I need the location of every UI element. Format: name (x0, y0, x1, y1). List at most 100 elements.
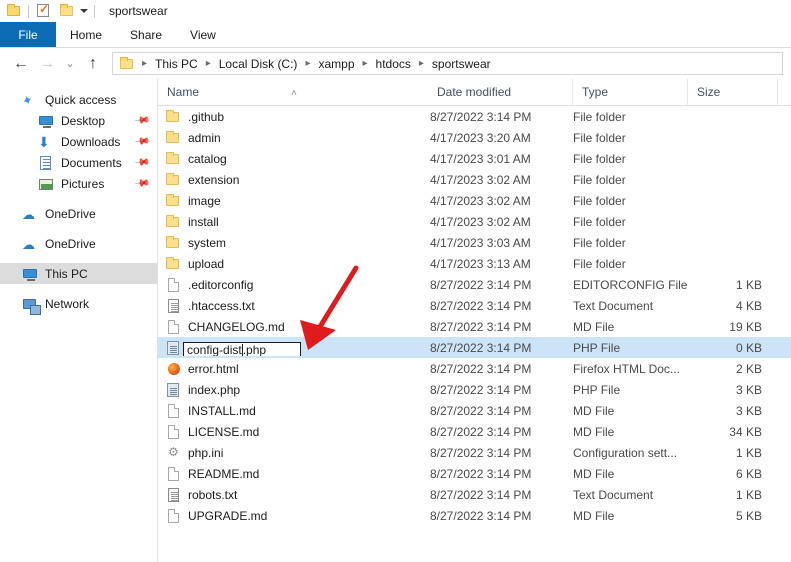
table-row[interactable]: LICENSE.md 8/27/2022 3:14 PM MD File 34 KB (158, 421, 791, 442)
file-date-cell: 8/27/2022 3:14 PM (430, 109, 532, 124)
file-type-cell: PHP File (573, 340, 621, 355)
table-row[interactable]: INSTALL.md 8/27/2022 3:14 PM MD File 3 KB (158, 400, 791, 421)
file-name-label: error.html (188, 361, 239, 376)
table-row[interactable]: CHANGELOG.md 8/27/2022 3:14 PM MD File 19 K… (158, 316, 791, 337)
address-bar[interactable]: ▸ This PC ▸ Local Disk (C:) ▸ xampp ▸ ht… (112, 52, 783, 75)
column-header-size[interactable]: Size (688, 78, 778, 106)
table-row[interactable]: README.md 8/27/2022 3:14 PM MD File 6 KB (158, 463, 791, 484)
customize-dropdown-icon[interactable] (80, 9, 88, 13)
pin-icon[interactable]: 📌 (134, 155, 151, 171)
monitor-icon (38, 113, 54, 129)
folder-icon (165, 172, 181, 188)
table-row[interactable]: .github 8/27/2022 3:14 PM File folder (158, 106, 791, 127)
breadcrumb-separator: ▸ (305, 58, 311, 69)
file-name-cell[interactable]: image (158, 193, 428, 209)
sidebar-item-downloads[interactable]: ⬇ Downloads 📌 (0, 131, 157, 152)
table-row[interactable]: config-dist .php 8/27/2022 3:14 PM PHP File… (158, 337, 791, 358)
tab-view[interactable]: View (176, 22, 230, 47)
file-name-cell[interactable]: system (158, 235, 428, 251)
pin-icon[interactable]: 📌 (134, 134, 151, 150)
firefox-icon (165, 361, 181, 377)
file-name-cell[interactable]: UPGRADE.md (158, 508, 428, 524)
file-name-cell[interactable]: error.html (158, 361, 428, 377)
file-name-cell[interactable]: ⚙ php.ini (158, 445, 428, 461)
file-name-label: LICENSE.md (188, 424, 260, 439)
breadcrumb-separator: ▸ (142, 58, 148, 69)
file-name-cell[interactable]: README.md (158, 466, 428, 482)
column-header-type[interactable]: Type (573, 78, 688, 106)
pin-icon[interactable]: 📌 (134, 113, 151, 129)
breadcrumb-this-pc[interactable]: This PC (153, 57, 200, 71)
breadcrumb-sportswear[interactable]: sportswear (430, 57, 493, 71)
file-type-cell: Text Document (573, 298, 654, 313)
tab-share[interactable]: Share (116, 22, 176, 47)
properties-icon[interactable] (35, 2, 51, 19)
file-date-cell: 8/27/2022 3:14 PM (430, 361, 532, 376)
sidebar-item-quick-access[interactable]: ✦ Quick access (0, 89, 157, 110)
file-name-label: image (188, 193, 221, 208)
file-name-cell[interactable]: LICENSE.md (158, 424, 428, 440)
table-row[interactable]: extension 4/17/2023 3:02 AM File folder (158, 169, 791, 190)
file-size-cell: 1 KB (735, 277, 762, 292)
table-row[interactable]: error.html 8/27/2022 3:14 PM Firefox HTML … (158, 358, 791, 379)
file-name-cell[interactable]: catalog (158, 151, 428, 167)
table-row[interactable]: robots.txt 8/27/2022 3:14 PM Text Document… (158, 484, 791, 505)
back-arrow-icon[interactable]: ← (8, 52, 34, 76)
rename-input[interactable]: config-dist .php (183, 341, 301, 356)
file-name-cell[interactable]: upload (158, 256, 428, 272)
file-name-cell[interactable]: CHANGELOG.md (158, 319, 428, 335)
table-row[interactable]: UPGRADE.md 8/27/2022 3:14 PM MD File 5 KB (158, 505, 791, 526)
file-name-cell[interactable]: .github (158, 109, 428, 125)
ribbon-tab-bar: File Home Share View (0, 22, 791, 48)
file-name-cell[interactable]: robots.txt (158, 487, 428, 503)
file-name-cell[interactable]: .editorconfig (158, 277, 428, 293)
folder-icon[interactable] (6, 3, 22, 19)
navigation-pane: ✦ Quick access Desktop 📌 ⬇ Downloads 📌 D… (0, 79, 158, 562)
file-size-cell: 3 KB (735, 382, 762, 397)
file-name-label: system (188, 235, 227, 250)
file-name-cell[interactable]: index.php (158, 382, 428, 398)
download-icon: ⬇ (38, 133, 50, 150)
table-row[interactable]: catalog 4/17/2023 3:01 AM File folder (158, 148, 791, 169)
page-icon (165, 277, 181, 293)
tab-file[interactable]: File (0, 22, 56, 47)
file-name-cell[interactable]: admin (158, 130, 428, 146)
table-row[interactable]: .htaccess.txt 8/27/2022 3:14 PM Text Docum… (158, 295, 791, 316)
sidebar-item-pictures[interactable]: Pictures 📌 (0, 173, 157, 194)
table-row[interactable]: upload 4/17/2023 3:13 AM File folder (158, 253, 791, 274)
up-arrow-icon[interactable]: ↑ (80, 52, 106, 76)
sidebar-item-onedrive-2[interactable]: ☁ OneDrive (0, 233, 157, 254)
file-date-cell: 8/27/2022 3:14 PM (430, 445, 532, 460)
table-row[interactable]: image 4/17/2023 3:02 AM File folder (158, 190, 791, 211)
breadcrumb-htdocs[interactable]: htdocs (374, 57, 413, 71)
file-name-label: robots.txt (188, 487, 238, 502)
recent-locations-icon[interactable]: ⌄ (60, 52, 80, 76)
table-row[interactable]: install 4/17/2023 3:02 AM File folder (158, 211, 791, 232)
file-name-cell[interactable]: config-dist .php (158, 340, 428, 356)
sidebar-item-onedrive-1[interactable]: ☁ OneDrive (0, 203, 157, 224)
pin-icon[interactable]: 📌 (134, 176, 151, 192)
table-row[interactable]: index.php 8/27/2022 3:14 PM PHP File 3 KB (158, 379, 791, 400)
breadcrumb-xampp[interactable]: xampp (316, 57, 356, 71)
sidebar-item-this-pc[interactable]: This PC (0, 263, 157, 284)
table-row[interactable]: system 4/17/2023 3:03 AM File folder (158, 232, 791, 253)
file-date-cell: 4/17/2023 3:13 AM (430, 256, 531, 271)
new-folder-icon[interactable] (59, 3, 75, 19)
file-date-cell: 4/17/2023 3:02 AM (430, 193, 531, 208)
monitor-icon (22, 266, 38, 282)
column-header-date-modified[interactable]: Date modified (428, 78, 573, 106)
table-row[interactable]: admin 4/17/2023 3:20 AM File folder (158, 127, 791, 148)
breadcrumb-local-disk[interactable]: Local Disk (C:) (217, 57, 300, 71)
sidebar-item-desktop[interactable]: Desktop 📌 (0, 110, 157, 131)
file-name-cell[interactable]: install (158, 214, 428, 230)
sidebar-item-network[interactable]: Network (0, 293, 157, 315)
file-type-cell: MD File (573, 466, 615, 481)
column-header-name[interactable]: Name ˄ (158, 79, 428, 106)
table-row[interactable]: ⚙ php.ini 8/27/2022 3:14 PM Configuration s… (158, 442, 791, 463)
table-row[interactable]: .editorconfig 8/27/2022 3:14 PM EDITORCONF… (158, 274, 791, 295)
tab-home[interactable]: Home (56, 22, 116, 47)
file-name-cell[interactable]: INSTALL.md (158, 403, 428, 419)
sidebar-item-documents[interactable]: Documents 📌 (0, 152, 157, 173)
file-name-cell[interactable]: .htaccess.txt (158, 298, 428, 314)
file-name-cell[interactable]: extension (158, 172, 428, 188)
